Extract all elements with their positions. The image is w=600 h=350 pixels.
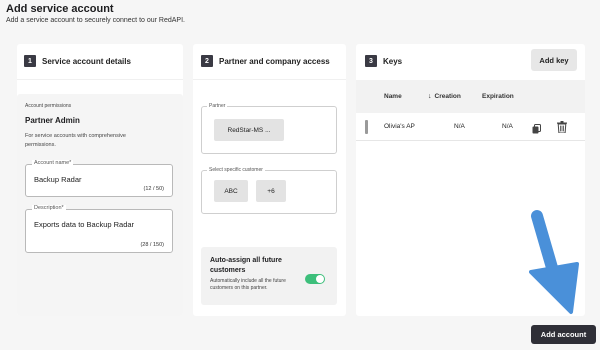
- step-header-details: 1 Service account details: [24, 55, 131, 67]
- partner-select[interactable]: Partner RedStar-MS ...: [201, 103, 337, 154]
- column-creation[interactable]: ↓ Creation: [428, 93, 461, 100]
- role-description: For service accounts with comprehensive …: [25, 133, 126, 148]
- step-number: 3: [365, 55, 377, 67]
- divider: [193, 79, 346, 80]
- drag-handle-icon[interactable]: [365, 120, 368, 134]
- partner-chip[interactable]: RedStar-MS ...: [214, 119, 284, 141]
- key-creation: N/A: [454, 123, 465, 130]
- description-value[interactable]: Exports data to Backup Radar: [34, 220, 134, 229]
- annotation-arrow-icon: [529, 210, 579, 314]
- step-title: Service account details: [42, 56, 131, 66]
- account-name-value[interactable]: Backup Radar: [34, 175, 82, 184]
- trash-icon[interactable]: [557, 120, 567, 138]
- customer-chip[interactable]: ABC: [214, 180, 248, 202]
- step-header-keys: 3 Keys: [365, 55, 402, 67]
- account-name-counter: (12 / 50): [143, 186, 164, 192]
- column-expiration[interactable]: Expiration: [482, 93, 514, 100]
- account-name-label: Account name*: [32, 160, 74, 166]
- key-expiration: N/A: [502, 123, 513, 130]
- description-field[interactable]: Description* Exports data to Backup Rada…: [25, 205, 173, 253]
- account-permissions-card: Account permissions Partner Admin For se…: [17, 94, 183, 316]
- more-customers-chip[interactable]: +6: [256, 180, 286, 202]
- account-name-field[interactable]: Account name* Backup Radar (12 / 50): [25, 160, 173, 197]
- permissions-caption: Account permissions: [25, 103, 72, 109]
- service-account-details-panel: 1 Service account details Account permis…: [17, 44, 183, 316]
- toggle-knob: [316, 275, 324, 283]
- add-account-button[interactable]: Add account: [531, 325, 596, 344]
- partner-label: Partner: [207, 103, 228, 109]
- table-row: Olivia's AP N/A N/A: [356, 113, 585, 141]
- customer-select[interactable]: Select specific customer ABC +6: [201, 167, 337, 214]
- step-title: Partner and company access: [219, 56, 330, 66]
- step-number: 2: [201, 55, 213, 67]
- table-header: Name ↓ Creation Expiration: [356, 80, 585, 113]
- copy-icon[interactable]: [532, 121, 541, 139]
- auto-assign-toggle[interactable]: [305, 274, 325, 284]
- auto-assign-description: Automatically include all the future cus…: [210, 278, 286, 291]
- key-name: Olivia's AP: [384, 123, 415, 130]
- customer-label: Select specific customer: [207, 167, 265, 173]
- role-title: Partner Admin: [25, 116, 80, 125]
- column-name[interactable]: Name: [384, 93, 402, 100]
- step-title: Keys: [383, 56, 403, 66]
- page-title: Add service account: [6, 3, 114, 15]
- arrow-down-icon: ↓: [428, 93, 432, 100]
- description-counter: (28 / 150): [140, 242, 164, 248]
- step-header-access: 2 Partner and company access: [201, 55, 330, 67]
- auto-assign-title: Auto-assign all future customers: [210, 257, 282, 274]
- partner-company-access-panel: 2 Partner and company access Partner Red…: [193, 44, 346, 316]
- page-subtitle: Add a service account to securely connec…: [6, 17, 185, 24]
- column-creation-label: Creation: [434, 93, 461, 100]
- auto-assign-card: Auto-assign all future customers Automat…: [201, 247, 337, 305]
- step-number: 1: [24, 55, 36, 67]
- description-label: Description*: [32, 205, 66, 211]
- add-key-button[interactable]: Add key: [531, 49, 577, 71]
- divider: [17, 79, 183, 80]
